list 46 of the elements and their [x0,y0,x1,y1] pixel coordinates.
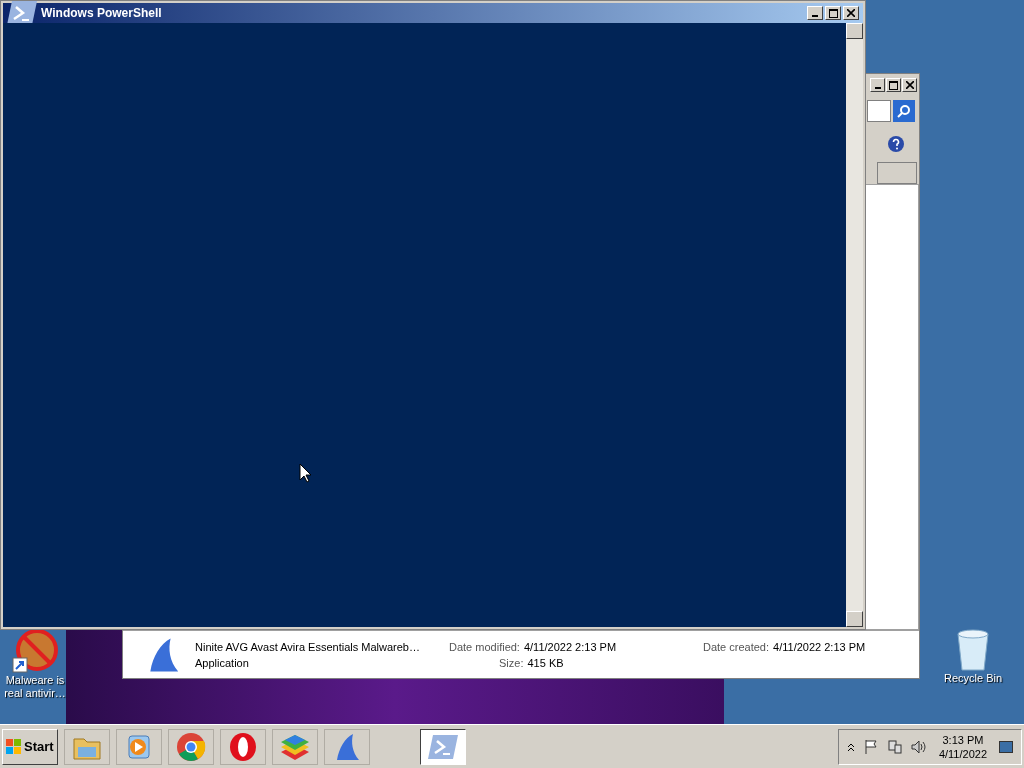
taskbar-app-button[interactable] [219,728,266,765]
scroll-up-button[interactable] [846,23,863,39]
desktop-icon-label[interactable]: Malweare is real antivir… [0,674,70,700]
search-field[interactable] [867,100,891,122]
close-icon [905,81,914,89]
flag-icon[interactable] [862,738,879,755]
file-name: Ninite AVG Avast Avira Essentials Malwareb… [195,639,421,655]
close-icon [847,9,855,17]
maximize-button[interactable] [886,78,901,92]
desktop-icon-label[interactable]: Recycle Bin [943,672,1003,685]
date-created-label: Date created: [703,639,770,655]
recycle-bin-icon[interactable] [955,626,991,672]
size-label: Size: [499,655,524,671]
maximize-icon [889,80,898,90]
minimize-button[interactable] [870,78,885,92]
close-button[interactable] [843,6,859,20]
network-icon[interactable] [886,738,903,755]
close-button[interactable] [902,78,917,92]
start-button[interactable]: Start [2,728,58,765]
window-title: Windows PowerShell [41,5,163,22]
powershell-icon [427,734,458,759]
windows-logo-icon [6,738,22,755]
column-header[interactable] [877,162,917,184]
maximize-button[interactable] [825,6,841,20]
search-icon [897,104,911,118]
date-created-value: 4/11/2022 2:13 PM [773,639,866,655]
search-button[interactable] [893,100,915,122]
scroll-down-button[interactable] [846,611,863,627]
clock-date[interactable]: 4/11/2022 [938,746,987,761]
minimize-button[interactable] [807,6,823,20]
show-desktop-icon[interactable] [999,740,1013,753]
date-modified-label: Date modified: [449,639,520,655]
taskbar-app-button[interactable] [419,728,466,765]
shortcut-prohibited-icon[interactable] [11,628,59,674]
date-modified-value: 4/11/2022 2:13 PM [523,639,617,655]
chevron-up-icon[interactable] [846,741,855,752]
speaker-icon[interactable] [910,738,927,755]
maximize-icon [828,8,838,18]
mouse-pointer-icon [299,463,311,483]
clock-time[interactable]: 3:13 PM [942,732,984,747]
help-icon[interactable] [887,135,905,153]
size-value: 415 KB [527,655,564,671]
powershell-icon [7,1,37,25]
file-type: Application [195,655,250,671]
chrome-icon [175,731,206,762]
opera-icon [228,731,257,762]
